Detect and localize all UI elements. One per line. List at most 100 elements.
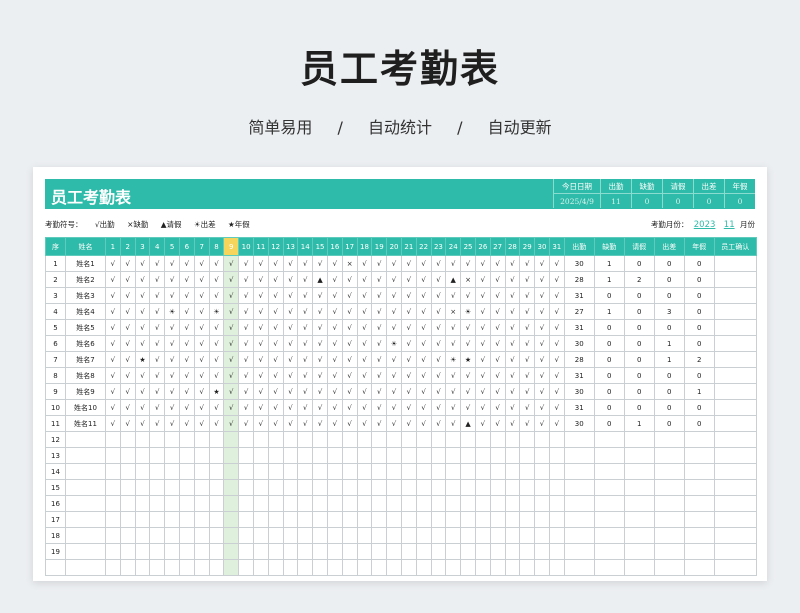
attendance-cell[interactable]: √	[386, 367, 402, 384]
attendance-cell[interactable]	[297, 543, 314, 560]
attendance-cell[interactable]	[341, 559, 358, 576]
attendance-cell[interactable]: √	[105, 287, 121, 304]
attendance-cell[interactable]	[400, 463, 417, 480]
attendance-cell[interactable]: √	[474, 287, 491, 304]
attendance-cell[interactable]: √	[119, 351, 136, 368]
attendance-cell[interactable]	[460, 447, 476, 464]
attendance-cell[interactable]: √	[386, 383, 402, 400]
attendance-cell[interactable]	[415, 479, 432, 496]
attendance-cell[interactable]	[282, 463, 299, 480]
attendance-cell[interactable]: √	[489, 271, 506, 288]
attendance-cell[interactable]: ☀	[164, 303, 180, 320]
attendance-cell[interactable]	[371, 543, 388, 560]
attendance-cell[interactable]: √	[149, 335, 166, 352]
attendance-cell[interactable]: √	[208, 415, 225, 432]
attendance-cell[interactable]	[430, 431, 447, 448]
attendance-cell[interactable]: √	[504, 271, 521, 288]
attendance-cell[interactable]: √	[460, 255, 476, 272]
attendance-cell[interactable]: √	[474, 303, 491, 320]
attendance-cell[interactable]: √	[282, 303, 299, 320]
attendance-cell[interactable]	[297, 479, 314, 496]
attendance-cell[interactable]: √	[519, 319, 536, 336]
attendance-cell[interactable]: √	[371, 399, 388, 416]
attendance-cell[interactable]: √	[252, 383, 269, 400]
attendance-cell[interactable]: √	[297, 255, 314, 272]
attendance-cell[interactable]	[326, 463, 343, 480]
attendance-cell[interactable]	[356, 495, 373, 512]
attendance-cell[interactable]: √	[164, 271, 180, 288]
attendance-cell[interactable]	[400, 559, 417, 576]
attendance-cell[interactable]: √	[312, 335, 328, 352]
attendance-cell[interactable]: √	[371, 351, 388, 368]
attendance-cell[interactable]	[134, 431, 151, 448]
attendance-cell[interactable]: √	[193, 287, 210, 304]
attendance-cell[interactable]	[134, 559, 151, 576]
attendance-cell[interactable]	[534, 431, 550, 448]
attendance-cell[interactable]: √	[489, 319, 506, 336]
confirm-cell[interactable]	[713, 543, 757, 560]
attendance-cell[interactable]	[400, 447, 417, 464]
attendance-cell[interactable]	[105, 527, 121, 544]
attendance-cell[interactable]	[356, 543, 373, 560]
attendance-cell[interactable]: √	[534, 287, 550, 304]
attendance-cell[interactable]: √	[178, 287, 195, 304]
attendance-cell[interactable]: √	[223, 399, 240, 416]
attendance-cell[interactable]: √	[430, 351, 447, 368]
attendance-cell[interactable]: √	[297, 319, 314, 336]
attendance-cell[interactable]	[105, 559, 121, 576]
confirm-cell[interactable]	[713, 527, 757, 544]
attendance-cell[interactable]: √	[341, 319, 358, 336]
attendance-cell[interactable]: √	[312, 351, 328, 368]
attendance-cell[interactable]: √	[208, 255, 225, 272]
attendance-cell[interactable]	[105, 463, 121, 480]
attendance-cell[interactable]: √	[519, 335, 536, 352]
attendance-cell[interactable]	[489, 511, 506, 528]
attendance-cell[interactable]: √	[105, 383, 121, 400]
attendance-cell[interactable]: √	[430, 383, 447, 400]
attendance-cell[interactable]: √	[548, 383, 565, 400]
attendance-cell[interactable]: √	[149, 367, 166, 384]
attendance-cell[interactable]: √	[548, 399, 565, 416]
attendance-cell[interactable]	[238, 495, 254, 512]
attendance-cell[interactable]	[164, 431, 180, 448]
attendance-cell[interactable]	[548, 559, 565, 576]
attendance-cell[interactable]	[460, 495, 476, 512]
attendance-cell[interactable]	[474, 527, 491, 544]
attendance-cell[interactable]: √	[134, 367, 151, 384]
attendance-cell[interactable]: √	[415, 271, 432, 288]
attendance-cell[interactable]	[252, 431, 269, 448]
attendance-cell[interactable]	[252, 559, 269, 576]
attendance-cell[interactable]: √	[238, 335, 254, 352]
attendance-cell[interactable]: ★	[208, 383, 225, 400]
attendance-cell[interactable]: √	[238, 351, 254, 368]
attendance-cell[interactable]: √	[445, 367, 462, 384]
attendance-cell[interactable]	[371, 479, 388, 496]
attendance-cell[interactable]	[282, 479, 299, 496]
attendance-cell[interactable]: √	[134, 287, 151, 304]
attendance-cell[interactable]	[282, 511, 299, 528]
attendance-cell[interactable]: √	[400, 255, 417, 272]
attendance-cell[interactable]: √	[341, 271, 358, 288]
attendance-cell[interactable]	[282, 543, 299, 560]
attendance-cell[interactable]: √	[119, 335, 136, 352]
attendance-cell[interactable]: √	[164, 335, 180, 352]
attendance-cell[interactable]: √	[105, 271, 121, 288]
attendance-cell[interactable]	[445, 543, 462, 560]
attendance-cell[interactable]	[119, 511, 136, 528]
attendance-cell[interactable]: √	[474, 255, 491, 272]
attendance-cell[interactable]: √	[519, 271, 536, 288]
attendance-cell[interactable]	[312, 479, 328, 496]
attendance-cell[interactable]	[178, 463, 195, 480]
attendance-cell[interactable]	[386, 559, 402, 576]
attendance-cell[interactable]: √	[415, 335, 432, 352]
attendance-cell[interactable]: √	[119, 415, 136, 432]
attendance-cell[interactable]	[208, 559, 225, 576]
attendance-cell[interactable]	[445, 463, 462, 480]
attendance-cell[interactable]: √	[548, 415, 565, 432]
attendance-cell[interactable]	[415, 447, 432, 464]
attendance-cell[interactable]	[519, 431, 536, 448]
attendance-cell[interactable]	[267, 447, 284, 464]
attendance-cell[interactable]	[297, 463, 314, 480]
attendance-cell[interactable]	[400, 431, 417, 448]
attendance-cell[interactable]	[267, 511, 284, 528]
